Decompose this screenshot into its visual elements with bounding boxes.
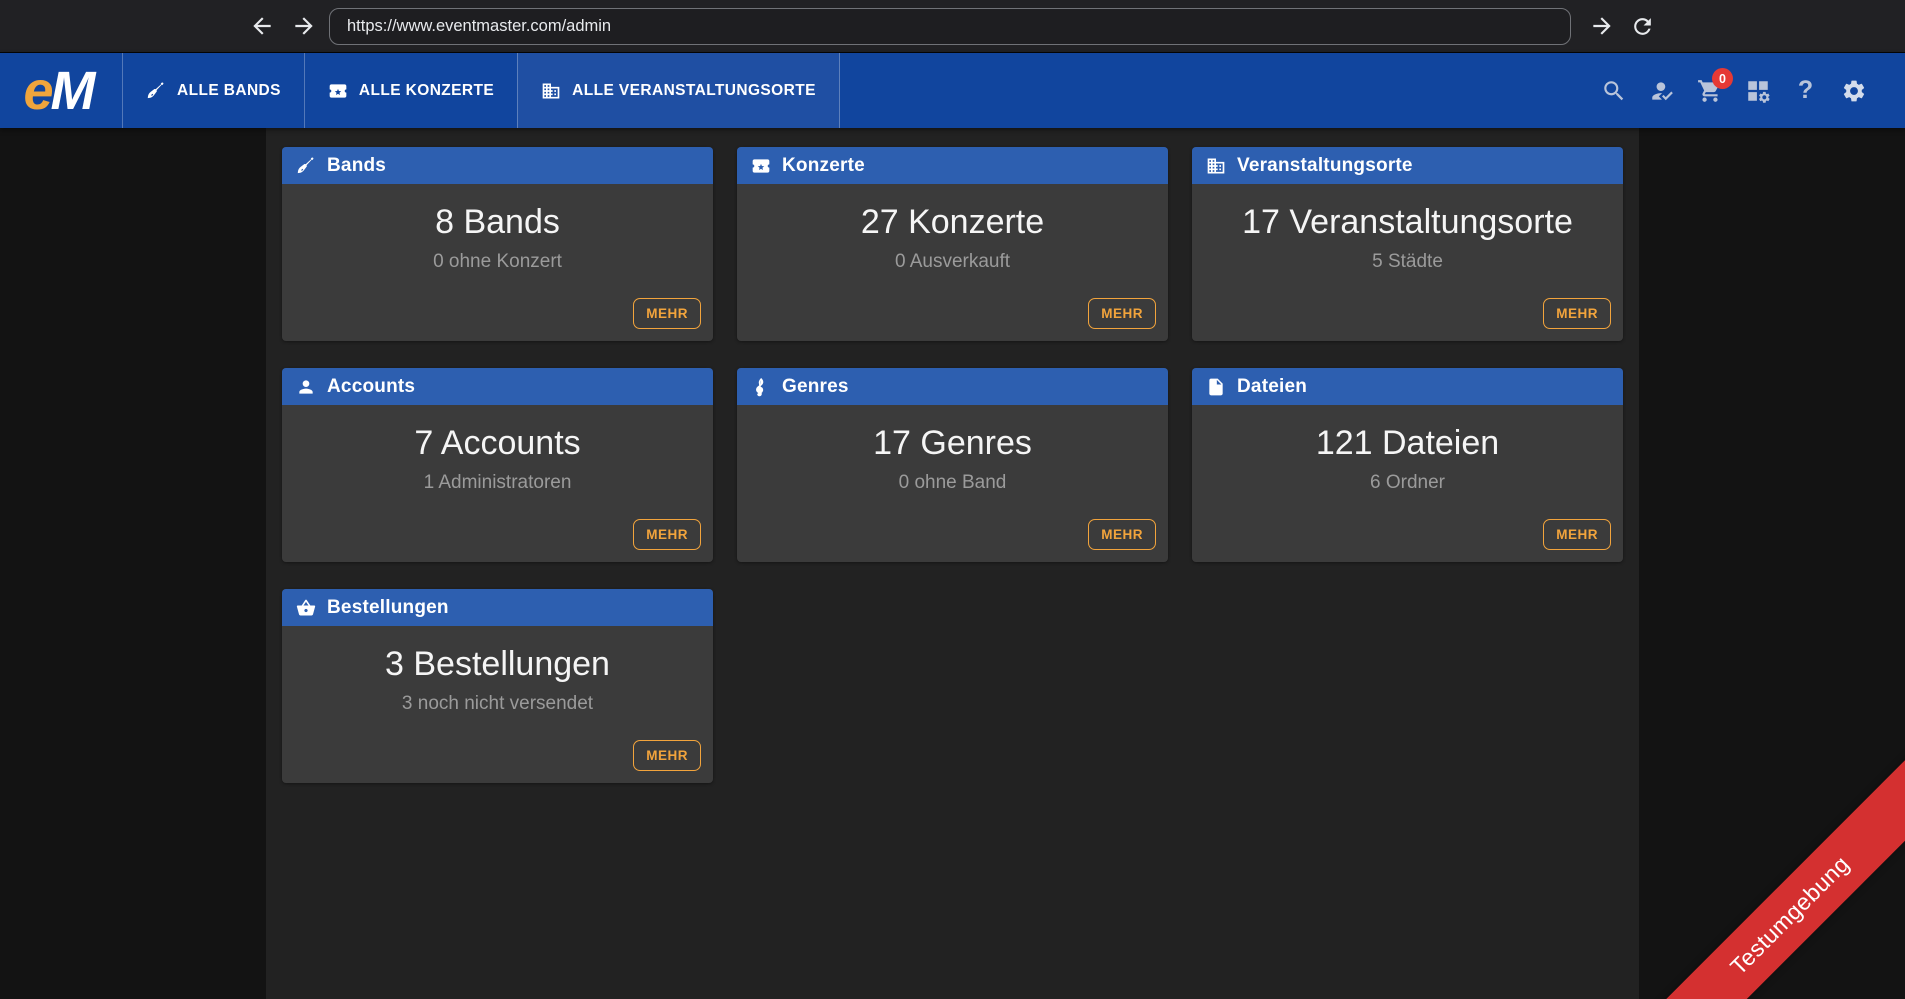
nav-tab-label: ALLE VERANSTALTUNGSORTE [572,82,816,100]
card-header: Konzerte [737,147,1168,184]
cart-count-badge: 0 [1712,68,1733,89]
main-menu: ALLE BANDS ALLE KONZERTE ALLE VERANSTALT… [122,53,840,128]
ticket-star-icon [328,81,348,101]
nav-tab-alle-bands[interactable]: ALLE BANDS [122,53,304,128]
table-settings-icon [1745,78,1771,104]
app-navbar: eM ALLE BANDS ALLE KONZERTE ALLE VERANST… [0,53,1905,128]
card-stat: 27 Konzerte [737,201,1168,244]
clef-icon [751,377,771,397]
card-subtitle: 5 Städte [1192,251,1623,273]
guitar-icon [296,156,316,176]
basket-icon [296,598,316,618]
card-title: Genres [782,376,849,398]
logo-accent-letter: e [23,61,50,121]
card-stat: 3 Bestellungen [282,643,713,686]
go-arrow-icon [1589,13,1615,39]
environment-ribbon: Testumgebung [1604,729,1905,999]
building-icon [541,81,561,101]
card-veranstaltungsorte: Veranstaltungsorte 17 Veranstaltungsorte… [1192,147,1623,341]
ribbon-label: Testumgebung [1725,850,1855,980]
card-stat: 8 Bands [282,201,713,244]
guitar-icon [146,81,166,101]
card-title: Bestellungen [327,597,449,619]
person-check-icon [1649,78,1675,104]
card-accounts: Accounts 7 Accounts 1 Administratoren ME… [282,368,713,562]
nav-tab-alle-konzerte[interactable]: ALLE KONZERTE [304,53,517,128]
help-button[interactable]: ? [1792,77,1819,104]
help-icon: ? [1798,78,1813,103]
arrow-forward-icon [291,13,317,39]
nav-tab-label: ALLE KONZERTE [359,82,494,100]
card-bestellungen: Bestellungen 3 Bestellungen 3 noch nicht… [282,589,713,783]
person-icon [296,377,316,397]
card-stat: 7 Accounts [282,422,713,465]
nav-tab-alle-veranstaltungsorte[interactable]: ALLE VERANSTALTUNGSORTE [517,53,840,128]
card-dateien: Dateien 121 Dateien 6 Ordner MEHR [1192,368,1623,562]
mehr-button[interactable]: MEHR [1088,519,1156,550]
card-genres: Genres 17 Genres 0 ohne Band MEHR [737,368,1168,562]
card-header: Dateien [1192,368,1623,405]
mehr-button[interactable]: MEHR [1088,298,1156,329]
card-title: Konzerte [782,155,865,177]
card-title: Veranstaltungsorte [1237,155,1413,177]
card-subtitle: 3 noch nicht versendet [282,693,713,715]
card-stat: 17 Veranstaltungsorte [1192,201,1623,244]
card-header: Bands [282,147,713,184]
card-title: Dateien [1237,376,1307,398]
dashboard-cards: Bands 8 Bands 0 ohne Konzert MEHR Konzer… [282,147,1623,783]
mehr-button[interactable]: MEHR [633,519,701,550]
cart-button[interactable]: 0 [1696,77,1723,104]
card-stat: 121 Dateien [1192,422,1623,465]
card-title: Accounts [327,376,415,398]
card-header: Bestellungen [282,589,713,626]
card-stat: 17 Genres [737,422,1168,465]
go-button[interactable] [1585,9,1619,43]
arrow-back-icon [249,13,275,39]
dashboard-content: Bands 8 Bands 0 ohne Konzert MEHR Konzer… [266,128,1639,999]
card-subtitle: 6 Ordner [1192,472,1623,494]
mehr-button[interactable]: MEHR [633,298,701,329]
card-header: Accounts [282,368,713,405]
card-subtitle: 1 Administratoren [282,472,713,494]
browser-toolbar [0,0,1905,53]
card-subtitle: 0 Ausverkauft [737,251,1168,273]
mehr-button[interactable]: MEHR [1543,298,1611,329]
ticket-star-icon [751,156,771,176]
search-icon [1601,78,1627,104]
settings-icon [1841,78,1867,104]
table-settings-button[interactable] [1744,77,1771,104]
card-header: Veranstaltungsorte [1192,147,1623,184]
card-header: Genres [737,368,1168,405]
forward-button[interactable] [287,9,321,43]
url-input[interactable] [329,8,1571,45]
search-button[interactable] [1600,77,1627,104]
mehr-button[interactable]: MEHR [633,740,701,771]
card-title: Bands [327,155,386,177]
card-subtitle: 0 ohne Konzert [282,251,713,273]
reload-button[interactable] [1625,9,1659,43]
nav-tab-label: ALLE BANDS [177,82,281,100]
file-icon [1206,377,1226,397]
mehr-button[interactable]: MEHR [1543,519,1611,550]
app-logo[interactable]: eM [0,53,122,128]
person-check-button[interactable] [1648,77,1675,104]
settings-button[interactable] [1840,77,1867,104]
card-bands: Bands 8 Bands 0 ohne Konzert MEHR [282,147,713,341]
logo-rest-letter: M [51,61,93,121]
card-konzerte: Konzerte 27 Konzerte 0 Ausverkauft MEHR [737,147,1168,341]
back-button[interactable] [245,9,279,43]
navbar-actions: 0? [1600,53,1905,128]
card-subtitle: 0 ohne Band [737,472,1168,494]
building-icon [1206,156,1226,176]
reload-icon [1630,14,1655,39]
